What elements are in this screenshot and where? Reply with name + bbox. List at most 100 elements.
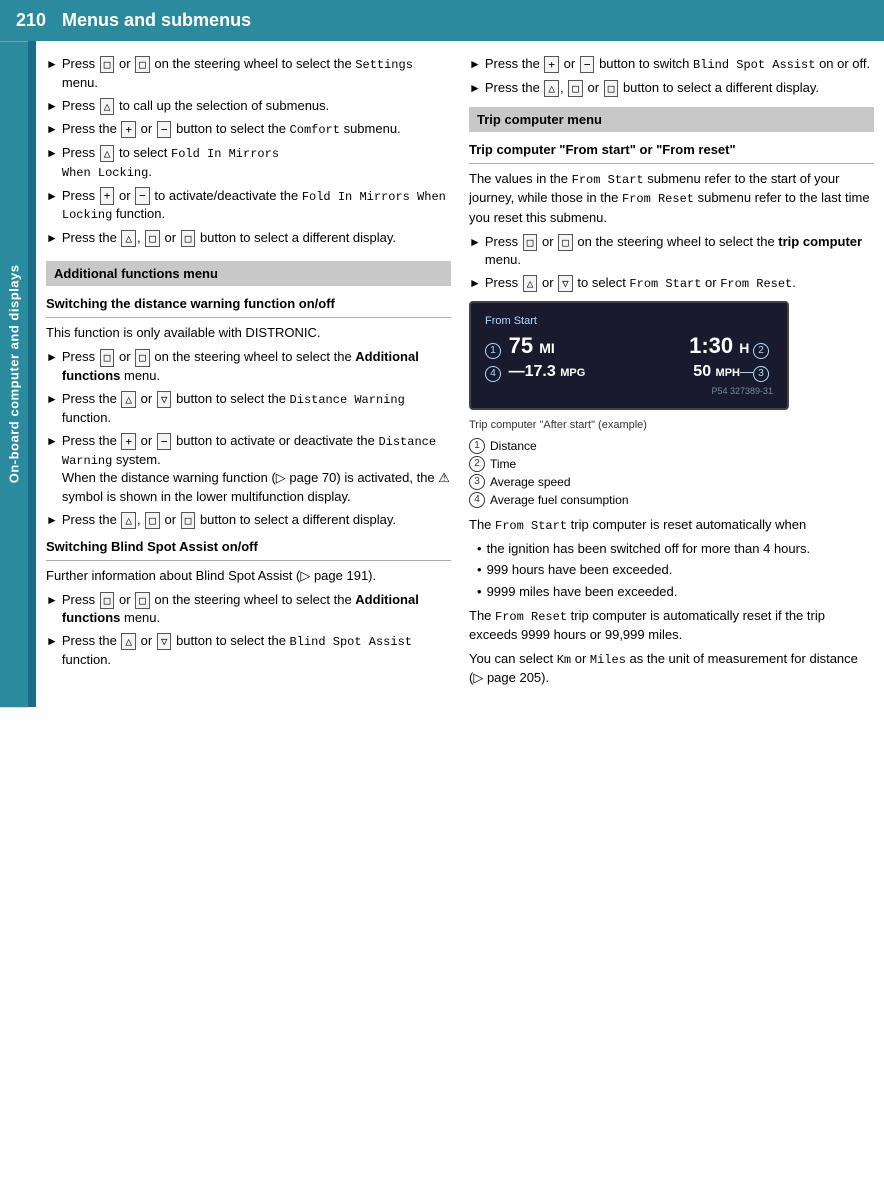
list-item: 999 hours have been exceeded.: [477, 561, 874, 579]
content-area: ► Press □ or □ on the steering wheel to …: [36, 41, 884, 707]
bullet-arrow: ►: [46, 230, 58, 247]
trip-value-speed: 50 MPH: [693, 363, 740, 380]
trip-computer-display: From Start 1 75 MI 1:30 H 2 4 —17.3 MPG: [469, 301, 789, 410]
blind-spot-left-bullets: ► Press □ or □ on the steering wheel to …: [46, 591, 451, 669]
btn-icon: □: [135, 349, 150, 366]
additional-functions-section-label: Additional functions menu: [46, 261, 451, 286]
blind-spot-right-bullets: ► Press the + or − button to switch Blin…: [469, 55, 874, 97]
settings-menu-bullets: ► Press □ or □ on the steering wheel to …: [46, 55, 451, 247]
list-item: ► Press + or − to activate/deactivate th…: [46, 187, 451, 225]
trip-computer-title: Trip computer "From start" or "From rese…: [469, 142, 874, 157]
trip-caption: Trip computer "After start" (example): [469, 418, 874, 434]
right-column: ► Press the + or − button to switch Blin…: [469, 55, 874, 693]
list-item: ► Press △ to select Fold In MirrorsWhen …: [46, 144, 451, 182]
divider3: [469, 163, 874, 164]
trip-legend: 1 Distance 2 Time 3 Average speed 4 Aver…: [469, 438, 874, 508]
bullet-content: Press △ to call up the selection of subm…: [62, 97, 451, 115]
legend-item-3: 3 Average speed: [469, 474, 874, 490]
list-item: ► Press △ or ▽ to select From Start or F…: [469, 274, 874, 293]
bullet-arrow: ►: [46, 349, 58, 366]
list-item: ► Press the + or − button to switch Blin…: [469, 55, 874, 74]
mono-text: Blind Spot Assist: [290, 635, 412, 649]
page-header: 210 Menus and submenus: [0, 0, 884, 41]
mono-from-reset: From Reset: [622, 192, 694, 206]
btn-icon: □: [568, 80, 583, 97]
mono-text: Blind Spot Assist: [693, 58, 815, 72]
trip-value-fuel: —17.3 MPG: [509, 363, 586, 380]
btn-up-icon2: △: [100, 145, 115, 162]
btn-right-icon: □: [135, 56, 150, 73]
trip-unit-mi: MI: [539, 340, 555, 356]
unit-text: You can select Km or Miles as the unit o…: [469, 650, 874, 688]
legend-circle-3: 3: [469, 474, 485, 490]
legend-circle-4: 4: [469, 492, 485, 508]
mono-fold: Fold In Mirrors: [171, 147, 279, 161]
bullet-content: Press □ or □ on the steering wheel to se…: [62, 591, 451, 627]
sidebar-label: On-board computer and displays: [0, 41, 28, 707]
legend-label-1: Distance: [490, 439, 537, 453]
mono-km: Km: [557, 653, 571, 667]
list-item: ► Press □ or □ on the steering wheel to …: [469, 233, 874, 269]
bullet-content: Press the △, □ or □ button to select a d…: [485, 79, 874, 97]
main-layout: On-board computer and displays ► Press □…: [0, 41, 884, 707]
legend-item-1: 1 Distance: [469, 438, 874, 454]
bullet-content: Press the + or − button to select the Co…: [62, 120, 451, 139]
page-title: Menus and submenus: [62, 10, 251, 31]
list-item: ► Press the + or − button to select the …: [46, 120, 451, 139]
from-reset-text: The From Reset trip computer is automati…: [469, 607, 874, 645]
trip-left-col2: 4 —17.3 MPG: [485, 363, 585, 382]
list-item: ► Press the △, □ or □ button to select a…: [469, 79, 874, 97]
mono-fold3: Fold In Mirrors When Locking: [62, 190, 446, 223]
bullet-content: Press the + or − button to switch Blind …: [485, 55, 874, 74]
list-item: ► Press the + or − button to activate or…: [46, 432, 451, 506]
bold-text: Additional functions: [62, 592, 419, 625]
switching-distance-title: Switching the distance warning function …: [46, 296, 451, 311]
btn-r-icon: □: [181, 230, 196, 247]
btn-left-icon: □: [100, 56, 115, 73]
btn-icon: ▽: [157, 633, 172, 650]
bold-text: Additional functions: [62, 349, 419, 382]
mono-from-reset2: From Reset: [495, 610, 567, 624]
bullet-content: Press □ or □ on the steering wheel to se…: [485, 233, 874, 269]
bullet-content: Press □ or □ on the steering wheel to se…: [62, 348, 451, 384]
trip-unit-mpg: MPG: [560, 367, 585, 379]
mono-text: Distance Warning: [62, 435, 436, 468]
bullet-content: Press the △ or ▽ button to select the Bl…: [62, 632, 451, 669]
bullet-arrow: ►: [469, 80, 481, 97]
mono-settings: Settings: [355, 58, 413, 72]
btn-icon: △: [121, 391, 136, 408]
bullet-arrow: ►: [469, 275, 481, 292]
bullet-content: Press the △ or ▽ button to select the Di…: [62, 390, 451, 427]
blind-spot-intro: Further information about Blind Spot Ass…: [46, 567, 451, 586]
bullet-arrow: ►: [46, 633, 58, 650]
list-item: 9999 miles have been exceeded.: [477, 583, 874, 601]
bullet-arrow: ►: [46, 512, 58, 529]
trip-circle-3: 3: [753, 366, 769, 382]
mono-fold2: When Locking: [62, 166, 148, 180]
trip-right-col: 1:30 H 2: [689, 333, 773, 359]
trip-row-2: 4 —17.3 MPG 50 MPH—3: [485, 363, 773, 382]
list-item: ► Press □ or □ on the steering wheel to …: [46, 55, 451, 92]
bold-text: trip computer: [778, 234, 862, 249]
mono-text: From Start: [629, 277, 701, 291]
mono-miles: Miles: [590, 653, 626, 667]
legend-label-3: Average speed: [490, 475, 571, 489]
bullet-arrow: ►: [46, 145, 58, 162]
left-column: ► Press □ or □ on the steering wheel to …: [46, 55, 451, 693]
legend-label-4: Average fuel consumption: [490, 493, 629, 507]
bullet-content: Press □ or □ on the steering wheel to se…: [62, 55, 451, 92]
list-item: ► Press □ or □ on the steering wheel to …: [46, 348, 451, 384]
bullet-content: Press + or − to activate/deactivate the …: [62, 187, 451, 225]
btn-icon: □: [135, 592, 150, 609]
mono-comfort: Comfort: [290, 123, 340, 137]
btn-icon: □: [604, 80, 619, 97]
btn-icon: △: [121, 512, 136, 529]
btn-icon: □: [523, 234, 538, 251]
mono-from-start2: From Start: [495, 519, 567, 533]
trip-left-col: 1 75 MI: [485, 333, 555, 359]
bullet-arrow: ►: [46, 98, 58, 115]
distance-bullets: ► Press □ or □ on the steering wheel to …: [46, 348, 451, 529]
from-start-list: the ignition has been switched off for m…: [477, 540, 874, 601]
trip-circle-1: 1: [485, 343, 501, 359]
trip-unit-h: H: [739, 340, 749, 356]
